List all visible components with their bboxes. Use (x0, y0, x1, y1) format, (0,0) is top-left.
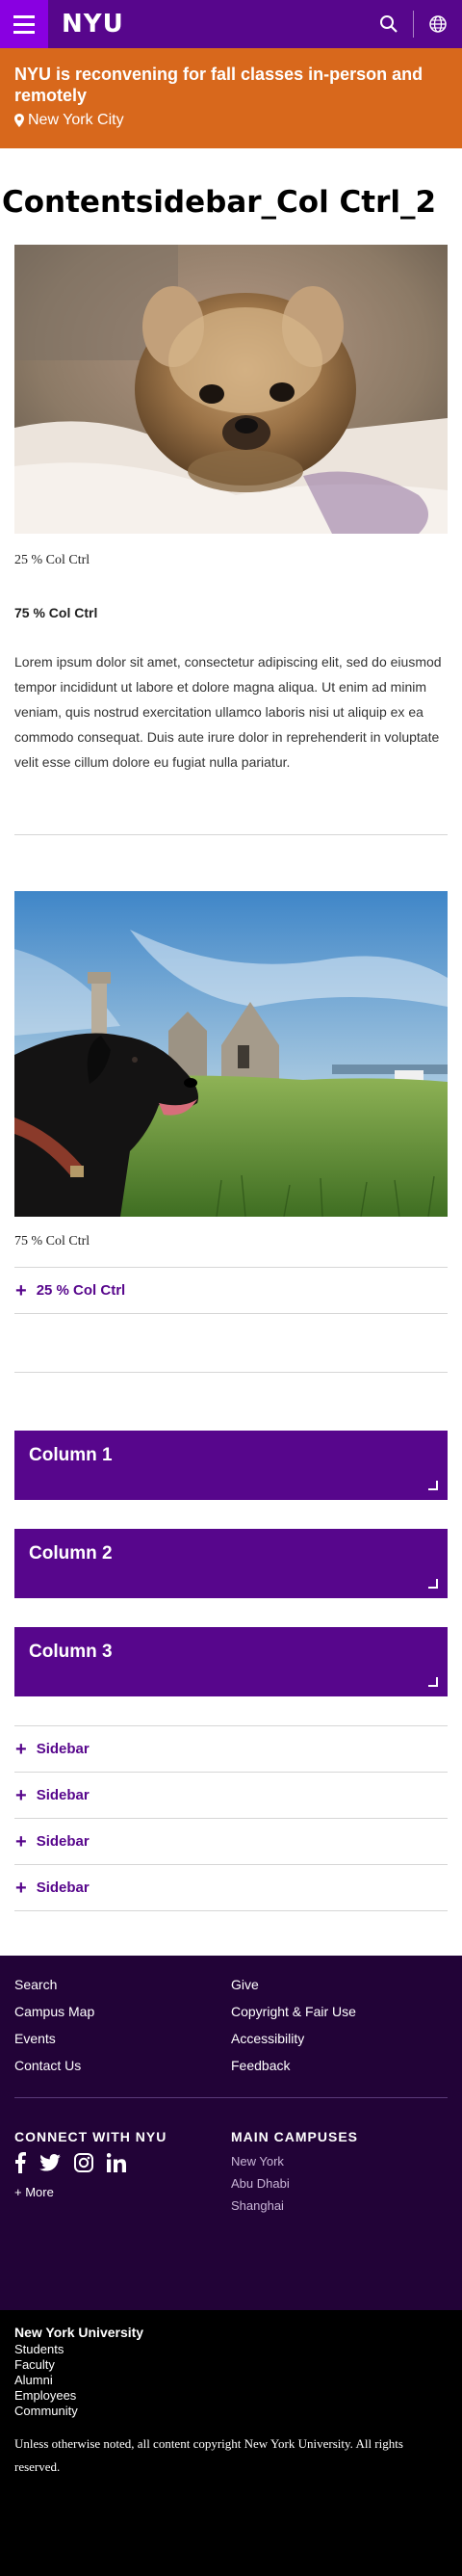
section-heading: 75 % Col Ctrl (14, 605, 98, 620)
audience-link-students[interactable]: Students (14, 2342, 448, 2357)
divider (14, 1372, 448, 1373)
sidebar-accordion-1[interactable]: + Sidebar (14, 1726, 448, 1773)
copyright-text: Unless otherwise noted, all content copy… (14, 2436, 403, 2474)
audience-links: Students Faculty Alumni Employees Commun… (14, 2342, 448, 2419)
audience-link-community[interactable]: Community (14, 2404, 448, 2419)
footer-link-feedback[interactable]: Feedback (231, 2058, 448, 2073)
audience-link-employees[interactable]: Employees (14, 2388, 448, 2404)
alert-location-text: New York City (28, 112, 124, 128)
sidebar-accordion-3[interactable]: + Sidebar (14, 1819, 448, 1865)
column-title: Column 3 (29, 1642, 113, 1662)
campus-link-shanghai[interactable]: Shanghai (231, 2198, 448, 2213)
plus-icon: + (15, 1279, 27, 1301)
footer-bottom: New York University Students Faculty Alu… (0, 2310, 462, 2576)
column-cards: Column 1 Column 2 Column 3 (14, 1431, 448, 1696)
footer-link-contact[interactable]: Contact Us (14, 2058, 231, 2073)
plus-icon: + (15, 1784, 27, 1806)
map-pin-icon (14, 114, 24, 127)
sidebar-label: Sidebar (36, 1833, 90, 1850)
nyu-logo[interactable]: NYU (62, 10, 124, 39)
campus-link-abu-dhabi[interactable]: Abu Dhabi (231, 2176, 448, 2191)
campus-link-new-york[interactable]: New York (231, 2154, 448, 2169)
site-header: NYU (0, 0, 462, 48)
expand-corner-icon (428, 1579, 438, 1589)
twitter-icon[interactable] (39, 2154, 61, 2171)
footer-connect-section: CONNECT WITH NYU + More MAIN CAMPUSES Ne… (14, 2129, 448, 2213)
dog-photo-2 (14, 891, 448, 1217)
globe-icon[interactable] (414, 0, 462, 48)
accordion-item-col-ctrl[interactable]: + 25 % Col Ctrl (14, 1268, 448, 1314)
plus-icon: + (15, 1877, 27, 1899)
instagram-icon[interactable] (74, 2153, 93, 2172)
footer-links: Search Give Campus Map Copyright & Fair … (14, 1977, 448, 2073)
column-title: Column 1 (29, 1445, 113, 1465)
search-icon[interactable] (365, 0, 413, 48)
sidebar-accordion-4[interactable]: + Sidebar (14, 1865, 448, 1911)
footer-link-accessibility[interactable]: Accessibility (231, 2031, 448, 2046)
accordion-label: 25 % Col Ctrl (36, 1282, 126, 1299)
footer-link-events[interactable]: Events (14, 2031, 231, 2046)
column-card-2[interactable]: Column 2 (14, 1529, 448, 1598)
footer-link-search[interactable]: Search (14, 1977, 231, 1992)
sidebar-label: Sidebar (36, 1879, 90, 1896)
main-content: 25 % Col Ctrl 75 % Col Ctrl Lorem ipsum … (0, 245, 462, 1911)
footer-link-campus-map[interactable]: Campus Map (14, 2004, 231, 2019)
footer: Search Give Campus Map Copyright & Fair … (0, 1956, 462, 2310)
expand-corner-icon (428, 1481, 438, 1490)
divider (14, 834, 448, 835)
university-name[interactable]: New York University (14, 2325, 448, 2340)
sidebar-accordion-2[interactable]: + Sidebar (14, 1773, 448, 1819)
audience-link-faculty[interactable]: Faculty (14, 2357, 448, 2373)
header-icons (365, 0, 462, 48)
alert-title[interactable]: NYU is reconvening for fall classes in-p… (14, 64, 448, 106)
connect-column: CONNECT WITH NYU + More (14, 2129, 231, 2213)
column-title: Column 2 (29, 1543, 113, 1564)
body-text: Lorem ipsum dolor sit amet, consectetur … (14, 654, 442, 770)
alert-location: New York City (14, 112, 448, 129)
sidebar-label: Sidebar (36, 1787, 90, 1803)
footer-link-give[interactable]: Give (231, 1977, 448, 1992)
menu-icon[interactable] (0, 0, 48, 48)
footer-link-copyright[interactable]: Copyright & Fair Use (231, 2004, 448, 2019)
facebook-icon[interactable] (14, 2152, 26, 2173)
plus-icon: + (15, 1830, 27, 1853)
sidebar-label: Sidebar (36, 1741, 90, 1757)
column-card-3[interactable]: Column 3 (14, 1627, 448, 1696)
image-caption: 25 % Col Ctrl (14, 553, 90, 567)
page-title: Contentsidebar_Col Ctrl_2 (2, 185, 437, 220)
expand-corner-icon (428, 1677, 438, 1687)
campuses-column: MAIN CAMPUSES New York Abu Dhabi Shangha… (231, 2129, 448, 2213)
connect-heading: CONNECT WITH NYU (14, 2129, 167, 2144)
campuses-heading: MAIN CAMPUSES (231, 2129, 359, 2144)
alert-banner[interactable]: NYU is reconvening for fall classes in-p… (0, 48, 462, 148)
image-caption-2: 75 % Col Ctrl (14, 1234, 90, 1249)
plus-icon: + (15, 1738, 27, 1760)
audience-link-alumni[interactable]: Alumni (14, 2373, 448, 2388)
footer-divider (14, 2097, 448, 2098)
dog-photo-1 (14, 245, 448, 534)
more-link[interactable]: + More (14, 2185, 231, 2199)
social-icons (14, 2152, 231, 2173)
column-card-1[interactable]: Column 1 (14, 1431, 448, 1500)
linkedin-icon[interactable] (107, 2153, 126, 2172)
